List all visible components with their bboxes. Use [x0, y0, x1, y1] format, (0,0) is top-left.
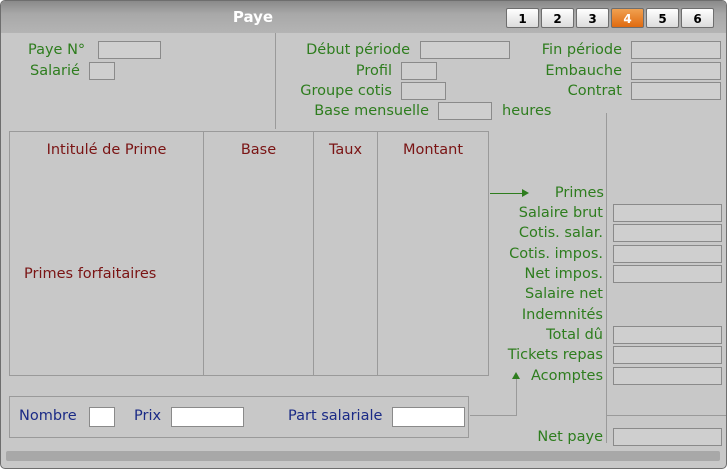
primes-table [9, 131, 489, 376]
base-mensuelle-field[interactable] [438, 102, 492, 120]
nombre-field[interactable] [89, 407, 115, 427]
fin-periode-label: Fin période [541, 42, 622, 58]
net-paye-label: Net paye [537, 429, 603, 445]
tickets-repas-field[interactable] [613, 346, 722, 364]
salaire-brut-field[interactable] [613, 204, 722, 222]
embauche-label: Embauche [545, 63, 622, 79]
summary-divider [606, 113, 607, 443]
base-mensuelle-label: Base mensuelle [314, 103, 429, 119]
salaire-net-label: Salaire net [524, 286, 603, 302]
paye-no-label: Paye N° [28, 42, 86, 58]
salaire-brut-label: Salaire brut [518, 205, 603, 221]
indemnites-label: Indemnités [521, 307, 603, 323]
net-impos-label: Net impos. [524, 266, 603, 282]
salarie-label: Salarié [30, 63, 80, 79]
profil-field[interactable] [401, 62, 437, 80]
net-impos-field[interactable] [613, 265, 722, 283]
tab-3[interactable]: 3 [576, 8, 609, 28]
debut-periode-field[interactable] [420, 41, 510, 59]
cotis-impos-field[interactable] [613, 245, 722, 263]
net-paye-divider [607, 415, 726, 416]
cotis-salar-field[interactable] [613, 224, 722, 242]
primes-label: Primes [554, 185, 604, 201]
profil-label: Profil [355, 63, 392, 79]
primes-forfaitaires-label: Primes forfaitaires [24, 266, 157, 282]
prix-label: Prix [134, 408, 162, 424]
heures-label: heures [502, 103, 552, 119]
tab-2[interactable]: 2 [541, 8, 574, 28]
tab-5[interactable]: 5 [646, 8, 679, 28]
col-divider [313, 132, 314, 375]
part-salariale-field[interactable] [392, 407, 465, 427]
col-divider [377, 132, 378, 375]
title-bar: Paye 1 2 3 4 5 6 [1, 1, 726, 33]
tab-4[interactable]: 4 [611, 8, 644, 28]
contrat-field[interactable] [631, 82, 721, 100]
col-header-base: Base [240, 142, 277, 158]
header-divider [275, 33, 276, 129]
total-du-field[interactable] [613, 326, 722, 344]
salarie-field[interactable] [89, 62, 115, 80]
embauche-field[interactable] [631, 62, 721, 80]
acomptes-connector-h [470, 415, 516, 416]
window-title: Paye [232, 8, 274, 26]
fin-periode-field[interactable] [631, 41, 721, 59]
col-header-taux: Taux [328, 142, 363, 158]
acomptes-label: Acomptes [531, 368, 603, 384]
payroll-window: Paye 1 2 3 4 5 6 Paye N° Salarié Début p… [0, 0, 727, 469]
part-salariale-label: Part salariale [288, 408, 383, 424]
cotis-impos-label: Cotis. impos. [509, 246, 603, 262]
groupe-cotis-label: Groupe cotis [300, 83, 392, 99]
contrat-label: Contrat [567, 83, 622, 99]
net-paye-field[interactable] [613, 428, 722, 446]
status-bar [6, 451, 720, 461]
acomptes-field[interactable] [613, 367, 722, 385]
paye-no-field[interactable] [98, 41, 161, 59]
col-divider [203, 132, 204, 375]
tickets-repas-label: Tickets repas [507, 347, 603, 363]
acomptes-connector-v [516, 379, 517, 416]
tab-6[interactable]: 6 [681, 8, 714, 28]
debut-periode-label: Début période [306, 42, 410, 58]
groupe-cotis-field[interactable] [401, 82, 446, 100]
col-header-intitule: Intitulé de Prime [46, 142, 167, 158]
col-header-montant: Montant [402, 142, 464, 158]
total-du-label: Total dû [546, 327, 603, 343]
cotis-salar-label: Cotis. salar. [518, 225, 603, 241]
tab-1[interactable]: 1 [506, 8, 539, 28]
prix-field[interactable] [171, 407, 244, 427]
nombre-label: Nombre [19, 408, 77, 424]
